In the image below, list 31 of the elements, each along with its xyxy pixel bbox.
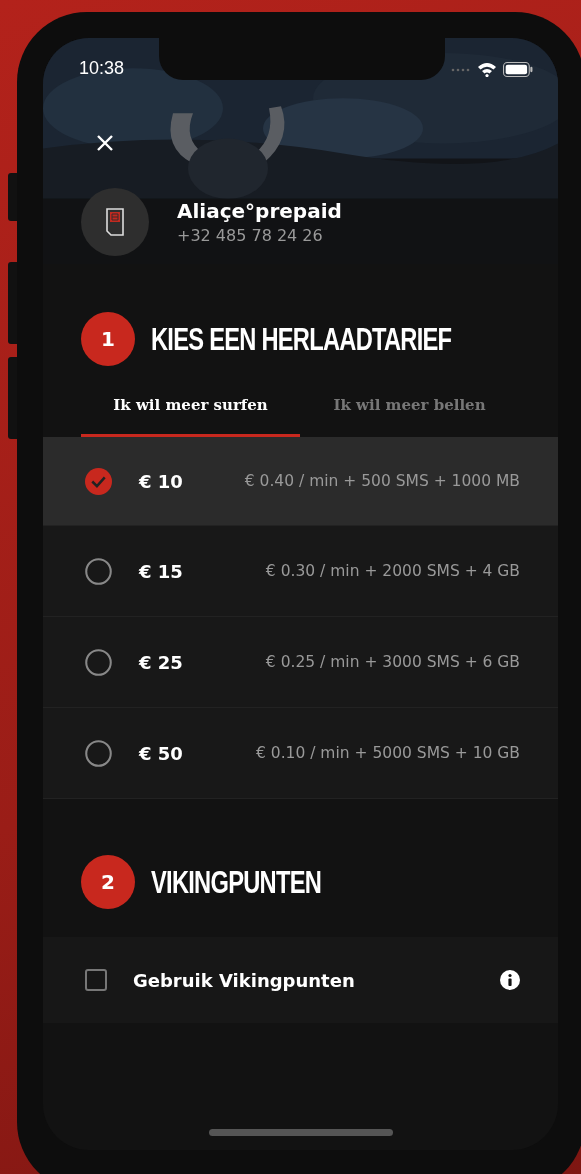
wifi-icon [477,62,497,77]
section-title: VIKINGPUNTEN [151,863,322,901]
phone-number: +32 485 78 24 26 [177,226,324,245]
step-number: 1 [81,312,135,366]
tab[interactable]: Ik wil meer bellen [300,396,519,437]
plan-details: € 0.25 / min + 3000 SMS + 6 GB [265,653,520,671]
plan-option[interactable]: € 15 € 0.30 / min + 2000 SMS + 4 GB [43,526,558,617]
plan-price: € 10 [139,470,184,492]
close-icon [95,133,115,153]
radio-icon [85,648,112,676]
checkbox-label: Gebruik Vikingpunten [133,969,355,991]
plan-option[interactable]: € 25 € 0.25 / min + 3000 SMS + 6 GB [43,617,558,708]
plan-details: € 0.10 / min + 5000 SMS + 10 GB [256,744,520,762]
plan-price: € 25 [139,651,184,673]
plan-option[interactable]: € 10 € 0.40 / min + 500 SMS + 1000 MB [43,437,558,526]
clock-time: 10:38 [79,58,126,79]
plan-details: € 0.30 / min + 2000 SMS + 4 GB [265,562,520,580]
battery-icon [503,62,533,77]
plan-details: € 0.40 / min + 500 SMS + 1000 MB [244,472,520,490]
radio-icon [85,557,112,585]
plan-price: € 50 [139,742,184,764]
section-title: KIES EEN HERLAADTARIEF [151,320,452,358]
checkbox[interactable] [85,969,107,991]
radio-icon [85,739,112,767]
plan-price: € 15 [139,560,184,582]
info-icon[interactable] [500,970,520,990]
plan-option[interactable]: € 50 € 0.10 / min + 5000 SMS + 10 GB [43,708,558,799]
account-name: Aliaçe°prepaid [177,199,342,223]
signal-icon [451,67,471,72]
checked-radio-icon [85,467,112,495]
step-number: 2 [81,855,135,909]
